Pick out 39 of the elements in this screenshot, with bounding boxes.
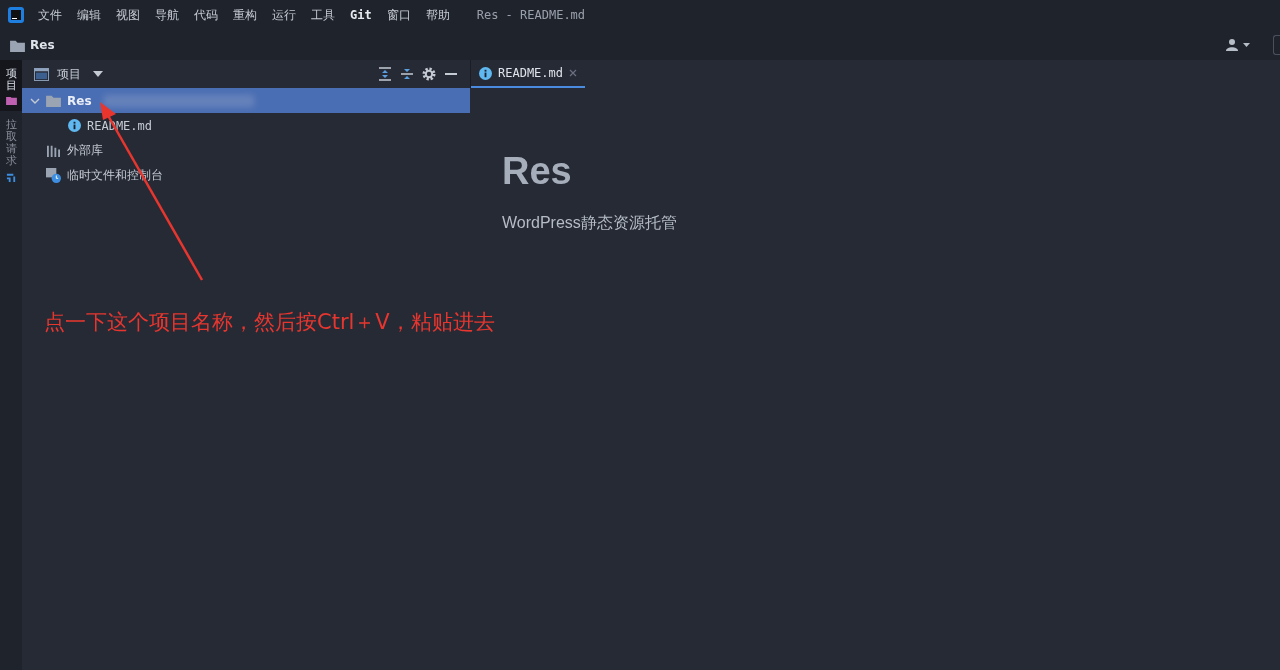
- menu-item[interactable]: 工具: [311, 6, 335, 24]
- menu-item[interactable]: 重构: [233, 6, 257, 24]
- menu-item[interactable]: 编辑: [77, 6, 101, 24]
- window-icon: [34, 67, 49, 81]
- app-logo-icon: [8, 7, 24, 23]
- menu-item[interactable]: 代码: [194, 6, 218, 24]
- folder-icon: [5, 96, 17, 106]
- menu-item[interactable]: 视图: [116, 6, 140, 24]
- menu-item[interactable]: Git: [350, 8, 372, 22]
- tool-window-tab[interactable]: 项目: [0, 60, 22, 112]
- library-icon: [46, 144, 61, 157]
- tool-window-tab[interactable]: 拉取请求: [0, 111, 22, 189]
- panel-edge: [1273, 35, 1280, 55]
- settings-icon[interactable]: [422, 67, 436, 81]
- menu-item[interactable]: 文件: [38, 6, 62, 24]
- folder-icon: [10, 38, 25, 52]
- info-icon: [68, 119, 81, 132]
- menu-item[interactable]: 导航: [155, 6, 179, 24]
- editor-tab[interactable]: README.md: [471, 60, 586, 88]
- readme-paragraph: WordPress静态资源托管: [502, 213, 678, 233]
- collapse-all-icon[interactable]: [400, 67, 414, 81]
- info-icon: [479, 66, 492, 80]
- readme-heading: Res: [502, 150, 573, 193]
- scratch-clock-icon: [46, 168, 61, 183]
- folder-icon: [46, 94, 61, 107]
- breadcrumb[interactable]: Res: [30, 38, 55, 52]
- caret-icon[interactable]: [93, 71, 103, 77]
- tree-item[interactable]: 外部库: [22, 138, 470, 163]
- panel-title[interactable]: 项目: [57, 65, 81, 83]
- window-title: Res - README.md: [476, 8, 586, 22]
- user-dropdown-icon[interactable]: [1226, 38, 1252, 52]
- menu-item[interactable]: 运行: [272, 6, 296, 24]
- menu-item[interactable]: 窗口: [386, 6, 411, 24]
- expand-all-icon[interactable]: [378, 67, 392, 81]
- pull-request-icon: [5, 171, 17, 183]
- close-icon[interactable]: [569, 69, 578, 77]
- menu-item[interactable]: 帮助: [425, 6, 450, 24]
- tree-item[interactable]: Res: [22, 88, 470, 113]
- annotation-text: 点一下这个项目名称，然后按Ctrl＋V，粘贴进去: [44, 309, 495, 336]
